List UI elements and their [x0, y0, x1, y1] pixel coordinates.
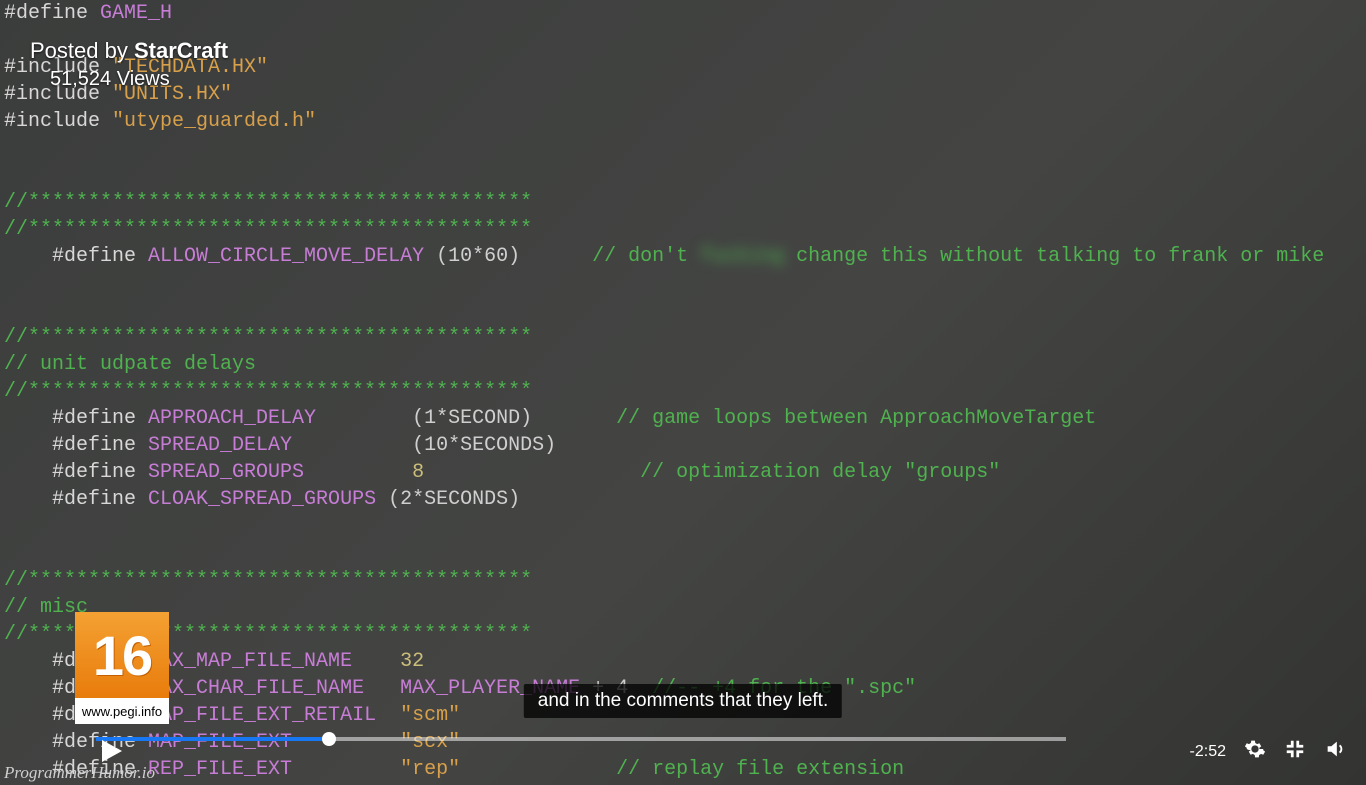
progress-fill [96, 737, 329, 741]
code-editor-content: #define GAME_H #include "TECHDATA.HX" #i… [0, 0, 1366, 785]
video-frame: #define GAME_H #include "TECHDATA.HX" #i… [0, 0, 1366, 785]
censored-word: fucking [700, 245, 784, 268]
post-author[interactable]: StarCraft [134, 38, 228, 63]
watermark: ProgrammerHumor.io [4, 763, 155, 783]
fullscreen-exit-button[interactable] [1284, 738, 1306, 765]
gear-icon [1244, 747, 1266, 765]
view-count: 51,524 Views [50, 68, 170, 91]
settings-button[interactable] [1244, 738, 1266, 765]
volume-button[interactable] [1324, 738, 1346, 765]
posted-by-label: Posted by [30, 38, 134, 63]
fullscreen-exit-icon [1284, 747, 1306, 765]
pegi-age: 16 [75, 612, 169, 698]
post-byline: Posted by StarCraft [30, 38, 228, 64]
pegi-url: www.pegi.info [75, 698, 169, 724]
volume-icon [1324, 747, 1346, 765]
progress-bar[interactable] [96, 737, 1066, 741]
video-caption: and in the comments that they left. [524, 684, 842, 718]
pegi-rating-badge: 16 www.pegi.info [75, 612, 169, 724]
time-remaining: -2:52 [1190, 743, 1226, 761]
